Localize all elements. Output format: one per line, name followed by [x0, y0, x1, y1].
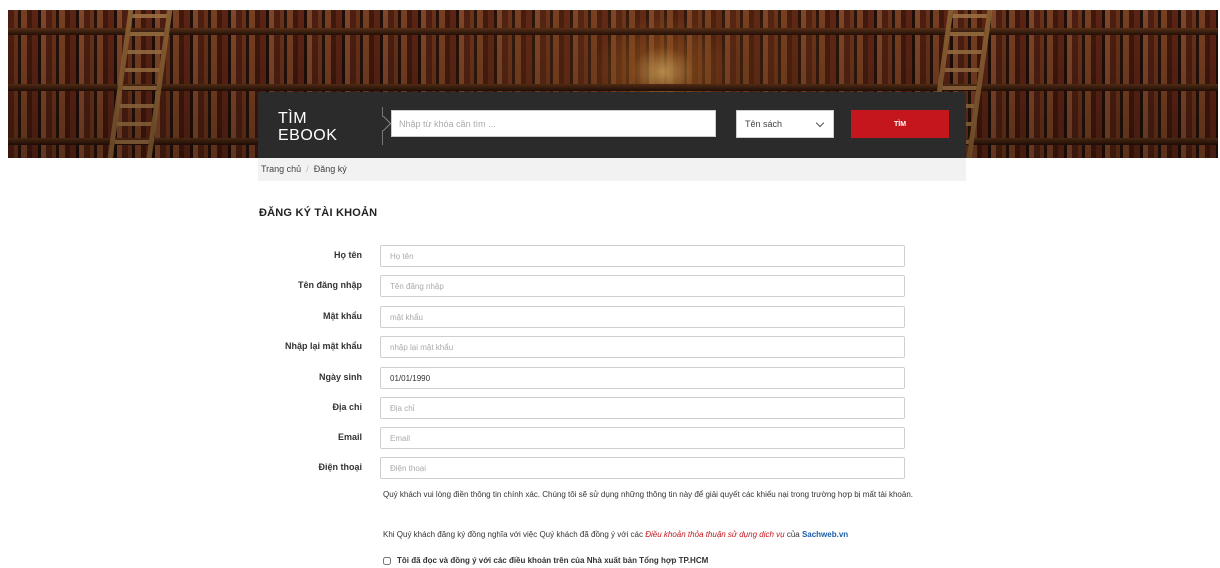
- address-label: Địa chỉ: [332, 402, 362, 412]
- agree-label[interactable]: Tôi đã đọc và đồng ý với các điều khoản …: [397, 556, 708, 565]
- search-title: TÌM EBOOK: [278, 110, 368, 144]
- fullname-label: Họ tên: [334, 250, 362, 260]
- search-title-line2: EBOOK: [278, 127, 338, 144]
- phone-field[interactable]: [380, 457, 905, 479]
- search-type-select[interactable]: Tên sách: [736, 110, 834, 138]
- form-row-fullname: Họ tên: [0, 245, 1220, 267]
- search-button[interactable]: TÌM: [851, 110, 949, 138]
- confirm-password-field[interactable]: [380, 336, 905, 358]
- confirm-password-label: Nhập lại mật khẩu: [284, 341, 362, 351]
- phone-label: Điện thoại: [318, 462, 362, 472]
- form-row-phone: Điện thoại: [0, 457, 1220, 479]
- form-row-birthdate: Ngày sinh: [0, 367, 1220, 389]
- agree-row: Tôi đã đọc và đồng ý với các điều khoản …: [383, 556, 708, 565]
- terms-link[interactable]: Điều khoản thỏa thuận sử dụng dịch vụ: [645, 530, 784, 539]
- password-label: Mật khẩu: [322, 311, 362, 321]
- form-row-username: Tên đăng nhập: [0, 275, 1220, 297]
- username-label: Tên đăng nhập: [298, 280, 362, 290]
- breadcrumb-separator: /: [306, 164, 309, 174]
- breadcrumb: Trang chủ / Đăng ký: [258, 158, 966, 181]
- search-type-selected: Tên sách: [745, 119, 783, 129]
- password-field[interactable]: [380, 306, 905, 328]
- email-field[interactable]: [380, 427, 905, 449]
- fullname-field[interactable]: [380, 245, 905, 267]
- form-row-password: Mật khẩu: [0, 306, 1220, 328]
- birthdate-label: Ngày sinh: [318, 372, 362, 382]
- site-link[interactable]: Sachweb.vn: [802, 530, 848, 539]
- username-field[interactable]: [380, 275, 905, 297]
- agree-checkbox[interactable]: [383, 556, 391, 565]
- page-title: ĐĂNG KÝ TÀI KHOẢN: [259, 207, 378, 219]
- terms-note-prefix: Khi Quý khách đăng ký đồng nghĩa với việ…: [383, 530, 646, 539]
- breadcrumb-home-link[interactable]: Trang chủ: [261, 164, 301, 174]
- address-field[interactable]: [380, 397, 905, 419]
- chevron-down-icon: [815, 118, 825, 128]
- birthdate-field[interactable]: [380, 367, 905, 389]
- search-input[interactable]: [391, 110, 716, 137]
- terms-note-middle: của: [784, 530, 802, 539]
- search-panel: TÌM EBOOK Tên sách TÌM: [258, 92, 966, 158]
- form-row-address: Địa chỉ: [0, 397, 1220, 419]
- form-row-email: Email: [0, 427, 1220, 449]
- terms-note: Khi Quý khách đăng ký đồng nghĩa với việ…: [383, 529, 918, 540]
- form-row-confirm-password: Nhập lại mật khẩu: [0, 336, 1220, 358]
- email-label: Email: [337, 432, 362, 442]
- info-note: Quý khách vui lòng điền thông tin chính …: [383, 490, 913, 499]
- breadcrumb-current: Đăng ký: [313, 164, 347, 174]
- chevron-right-icon: [375, 115, 392, 132]
- search-title-line1: TÌM: [278, 110, 308, 127]
